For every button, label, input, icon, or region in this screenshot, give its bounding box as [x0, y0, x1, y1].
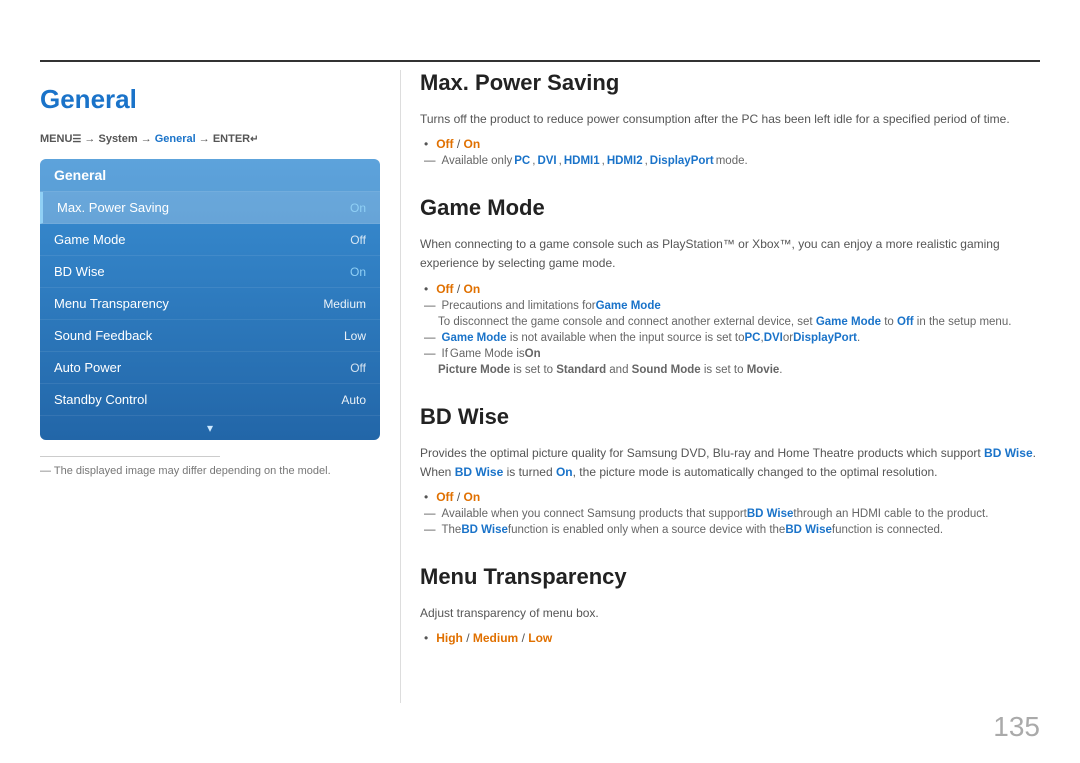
section-max-power-saving: Max. Power Saving Turns off the product …: [420, 70, 1040, 167]
menu-item-label: Standby Control: [54, 392, 147, 407]
left-panel: General MENU☰ → System → General → ENTER…: [40, 70, 380, 703]
section-bd-wise: BD Wise Provides the optimal picture qua…: [420, 404, 1040, 536]
menu-item-auto-power[interactable]: Auto Power Off: [40, 352, 380, 384]
note-picture-mode: Picture Mode is set to Standard and Soun…: [420, 364, 1040, 376]
bullet-transparency-options: High / Medium / Low: [420, 631, 1040, 645]
note-available-pc: Available only PC, DVI, HDMI1, HDMI2, Di…: [420, 155, 1040, 167]
breadcrumb-general: General: [155, 133, 196, 145]
menu-item-value: Off: [350, 233, 366, 247]
section-title-max-power-saving: Max. Power Saving: [420, 70, 1040, 102]
menu-item-label: Sound Feedback: [54, 328, 152, 343]
menu-panel-header: General: [40, 159, 380, 192]
right-panel: Max. Power Saving Turns off the product …: [420, 70, 1040, 703]
left-footnote: ― The displayed image may differ dependi…: [40, 465, 380, 477]
menu-item-max-power-saving[interactable]: Max. Power Saving On: [40, 192, 380, 224]
menu-item-label: BD Wise: [54, 264, 105, 279]
vertical-divider: [400, 70, 401, 703]
menu-panel: General Max. Power Saving On Game Mode O…: [40, 159, 380, 440]
top-border: [40, 60, 1040, 62]
section-title-game-mode: Game Mode: [420, 195, 1040, 227]
breadcrumb-menu: MENU☰: [40, 133, 81, 145]
section-menu-transparency: Menu Transparency Adjust transparency of…: [420, 564, 1040, 645]
page-title: General: [40, 84, 380, 115]
note-game-not-available: Game Mode is not available when the inpu…: [420, 332, 1040, 344]
section-game-mode: Game Mode When connecting to a game cons…: [420, 195, 1040, 375]
menu-item-standby-control[interactable]: Standby Control Auto: [40, 384, 380, 416]
note-bd-available: Available when you connect Samsung produ…: [420, 508, 1040, 520]
menu-item-menu-transparency[interactable]: Menu Transparency Medium: [40, 288, 380, 320]
menu-item-value: Medium: [323, 297, 366, 311]
menu-item-label: Max. Power Saving: [57, 200, 169, 215]
menu-item-label: Menu Transparency: [54, 296, 169, 311]
breadcrumb-system: System: [98, 133, 137, 145]
menu-item-value: Auto: [341, 393, 366, 407]
section-desc-bd-wise: Provides the optimal picture quality for…: [420, 444, 1040, 482]
menu-item-value: On: [350, 201, 366, 215]
bullet-off-on: Off / On: [420, 137, 1040, 151]
note-game-disconnect: To disconnect the game console and conne…: [420, 316, 1040, 328]
menu-item-value: On: [350, 265, 366, 279]
menu-item-sound-feedback[interactable]: Sound Feedback Low: [40, 320, 380, 352]
menu-item-game-mode[interactable]: Game Mode Off: [40, 224, 380, 256]
section-desc-game-mode: When connecting to a game console such a…: [420, 235, 1040, 273]
menu-item-value: Off: [350, 361, 366, 375]
left-divider: [40, 456, 220, 457]
note-game-is-on: If Game Mode is On: [420, 348, 1040, 360]
note-game-precautions: Precautions and limitations for Game Mod…: [420, 300, 1040, 312]
note-bd-function: The BD Wise function is enabled only whe…: [420, 524, 1040, 536]
page-number: 135: [993, 711, 1040, 743]
menu-item-label: Auto Power: [54, 360, 121, 375]
breadcrumb: MENU☰ → System → General → ENTER↵: [40, 133, 380, 145]
menu-item-bd-wise[interactable]: BD Wise On: [40, 256, 380, 288]
bullet-bd-off-on: Off / On: [420, 490, 1040, 504]
bullet-game-off-on: Off / On: [420, 282, 1040, 296]
menu-arrow-down: ▾: [40, 416, 380, 440]
section-desc-max-power-saving: Turns off the product to reduce power co…: [420, 110, 1040, 129]
menu-item-label: Game Mode: [54, 232, 126, 247]
menu-item-value: Low: [344, 329, 366, 343]
section-title-menu-transparency: Menu Transparency: [420, 564, 1040, 596]
section-title-bd-wise: BD Wise: [420, 404, 1040, 436]
section-desc-menu-transparency: Adjust transparency of menu box.: [420, 604, 1040, 623]
